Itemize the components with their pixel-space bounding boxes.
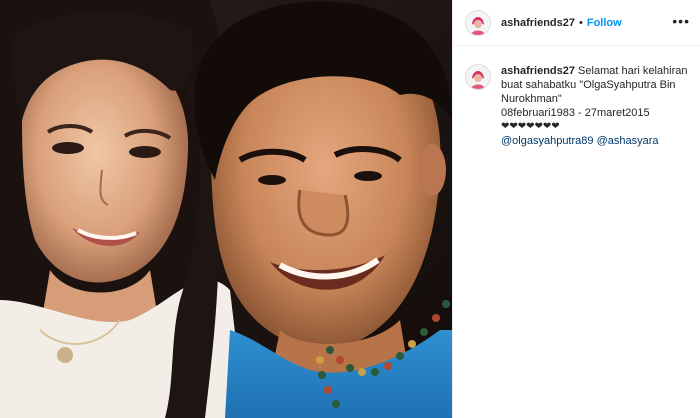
avatar[interactable] [465, 9, 491, 36]
heart-icons: ❤❤❤❤❤❤❤ [501, 121, 560, 132]
caption-avatar[interactable] [465, 64, 491, 90]
post-header: ashafriends27 • Follow ••• [453, 0, 700, 46]
caption-username[interactable]: ashafriends27 [501, 65, 575, 77]
caption-body: ashafriends27 Selamat hari kelahiran bua… [501, 64, 688, 148]
follow-button[interactable]: Follow [587, 17, 622, 29]
separator-dot: • [578, 16, 583, 29]
mention-link[interactable]: @olgasyahputra89 [501, 135, 594, 147]
caption-dates: 08februari1983 - 27maret2015 [501, 107, 650, 119]
post-photo[interactable] [0, 0, 452, 418]
photo-image [0, 0, 452, 418]
header-username[interactable]: ashafriends27 [501, 17, 575, 29]
caption-comment: ashafriends27 Selamat hari kelahiran bua… [453, 46, 700, 148]
post-sidebar: ashafriends27 • Follow ••• ashafriends27… [452, 0, 700, 418]
user-avatar-icon [466, 65, 490, 89]
ellipsis-icon[interactable]: ••• [672, 14, 690, 28]
mention-link[interactable]: @ashasyara [597, 135, 659, 147]
instagram-post: ashafriends27 • Follow ••• ashafriends27… [0, 0, 700, 418]
user-avatar-icon [466, 10, 490, 35]
